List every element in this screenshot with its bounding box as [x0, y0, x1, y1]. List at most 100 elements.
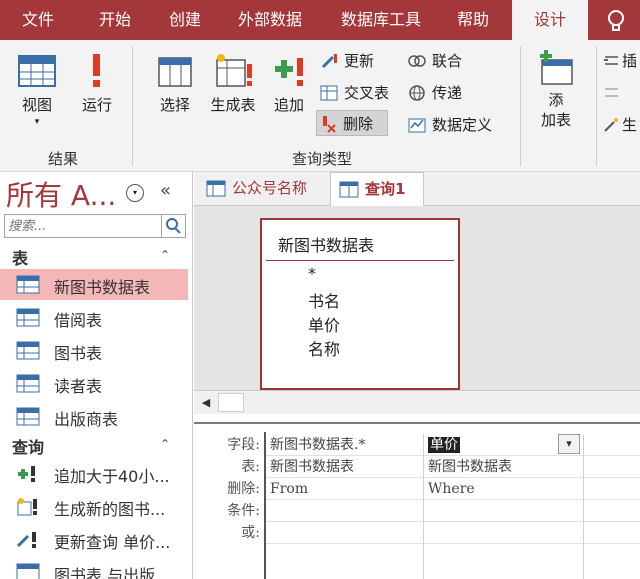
field-list-item[interactable]: 名称: [308, 336, 340, 360]
query-icon: [339, 181, 359, 198]
grid-cell-criteria[interactable]: [424, 500, 584, 522]
grid-cell[interactable]: [424, 544, 584, 579]
nav-section-queries[interactable]: 查询 ⌃: [0, 433, 192, 457]
collapse-nav-icon[interactable]: «: [160, 180, 171, 201]
grid-cell-or[interactable]: [424, 522, 584, 544]
grid-cell-or[interactable]: [584, 522, 640, 544]
table-icon: [16, 275, 40, 294]
nav-search: [4, 214, 186, 238]
grid-cell-table[interactable]: 新图书数据表: [266, 456, 424, 478]
nav-menu-icon[interactable]: ▾: [126, 184, 144, 202]
nav-section-label: 表: [12, 249, 29, 268]
grid-cell-field[interactable]: [584, 434, 640, 456]
lightbulb-icon[interactable]: [600, 8, 632, 34]
ribbon-separator: [132, 46, 133, 166]
passthrough-button[interactable]: 传递: [406, 80, 462, 106]
add-table-label: 添加表: [540, 91, 571, 129]
update-button[interactable]: 更新: [318, 48, 374, 74]
horizontal-scrollbar[interactable]: ◀: [194, 390, 640, 414]
field-list-item[interactable]: 书名: [308, 288, 340, 312]
builder-wand-icon: [604, 118, 618, 132]
grid-cell-criteria[interactable]: [584, 500, 640, 522]
grid-cell-table[interactable]: 新图书数据表: [424, 456, 584, 478]
nav-item-query[interactable]: 更新查询 单价...: [0, 524, 188, 555]
search-icon[interactable]: [161, 215, 185, 237]
nav-item-table[interactable]: 图书表: [0, 335, 188, 366]
add-table-button[interactable]: 添加表: [528, 50, 584, 130]
nav-item-label: 追加大于40小...: [54, 467, 170, 486]
tab-help[interactable]: 帮助: [444, 0, 502, 40]
view-dropdown-icon: ▾: [34, 117, 40, 127]
ribbon-separator: [596, 46, 597, 166]
grid-cell[interactable]: [266, 544, 424, 579]
grid-cell-delete[interactable]: [584, 478, 640, 500]
nav-item-query[interactable]: 追加大于40小...: [0, 458, 188, 489]
scroll-left-icon[interactable]: ◀: [196, 394, 216, 412]
nav-pane-title[interactable]: 所有 A...: [6, 174, 116, 214]
table-icon: [16, 374, 40, 393]
tab-external-data[interactable]: 外部数据: [222, 0, 318, 40]
data-definition-button[interactable]: 数据定义: [406, 112, 492, 138]
nav-item-table[interactable]: 出版商表: [0, 401, 188, 432]
insert-rows-button[interactable]: 插: [600, 48, 637, 74]
nav-item-table[interactable]: 读者表: [0, 368, 188, 399]
update-label: 更新: [344, 52, 375, 70]
ribbon-tab-bar: 文件 开始 创建 外部数据 数据库工具 帮助 设计: [0, 0, 640, 40]
grid-cell-or[interactable]: [266, 522, 424, 544]
datasheet-view-icon: [18, 55, 56, 87]
add-table-icon: [540, 50, 573, 85]
tab-database-tools[interactable]: 数据库工具: [324, 0, 438, 40]
delete-query-icon: [323, 116, 336, 133]
nav-item-label: 图书表: [54, 344, 103, 363]
grid-cell-field[interactable]: 新图书数据表.*: [266, 434, 424, 456]
make-table-query-icon: [17, 498, 37, 516]
tab-file[interactable]: 文件: [0, 0, 76, 40]
view-button[interactable]: 视图 ▾: [12, 52, 62, 127]
grid-cell-criteria[interactable]: [266, 500, 424, 522]
delete-query-button[interactable]: 删除: [316, 110, 388, 136]
nav-item-query[interactable]: 图书表 与出版...: [0, 557, 188, 579]
select-query-button[interactable]: 选择: [148, 52, 202, 115]
document-tab-bar: 公众号名称 查询1: [194, 172, 640, 206]
builder-button[interactable]: 生: [600, 112, 637, 138]
append-label: 追加: [273, 96, 304, 114]
make-table-button[interactable]: 生成表: [204, 52, 262, 115]
field-list-item[interactable]: 单价: [308, 312, 340, 336]
crosstab-icon: [320, 85, 338, 101]
crosstab-label: 交叉表: [344, 84, 390, 102]
query-design-grid: 字段: 表: 删除: 条件: 或: 新图书数据表.* 新图书数据表 From 单…: [194, 424, 640, 579]
selected-field-text: 单价: [428, 437, 460, 453]
append-button[interactable]: 追加: [266, 52, 312, 115]
tab-create[interactable]: 创建: [152, 0, 218, 40]
pencil-icon: [321, 54, 337, 69]
select-query-icon: [16, 563, 40, 579]
crosstab-button[interactable]: 交叉表: [318, 80, 389, 106]
nav-section-tables[interactable]: 表 ⌃: [0, 244, 192, 268]
field-list-box[interactable]: 新图书数据表 * 书名 单价 名称: [260, 218, 460, 390]
tab-home[interactable]: 开始: [80, 0, 150, 40]
table-icon: [206, 180, 226, 197]
nav-item-label: 借阅表: [54, 311, 103, 330]
nav-item-table[interactable]: 新图书数据表: [0, 269, 188, 300]
nav-item-table[interactable]: 借阅表: [0, 302, 188, 333]
view-label: 视图: [21, 96, 52, 114]
tab-design[interactable]: 设计: [512, 0, 588, 40]
union-button[interactable]: 联合: [406, 48, 462, 74]
row-label-criteria: 条件:: [227, 503, 260, 519]
globe-icon: [409, 85, 425, 101]
doc-tab-query[interactable]: 查询1: [330, 172, 424, 206]
nav-item-query[interactable]: 生成新的图书...: [0, 491, 188, 522]
doc-tab-label: 公众号名称: [232, 179, 308, 197]
chevron-up-icon: ⌃: [160, 437, 171, 451]
grid-cell-delete[interactable]: From: [266, 478, 424, 500]
field-list-item[interactable]: *: [308, 264, 316, 283]
search-input[interactable]: [5, 215, 161, 237]
pane-splitter[interactable]: [194, 414, 640, 424]
scrollbar-thumb[interactable]: [218, 393, 244, 412]
grid-cell-table[interactable]: [584, 456, 640, 478]
delete-rows-button[interactable]: [600, 80, 622, 106]
field-dropdown-icon[interactable]: ▾: [558, 434, 580, 454]
doc-tab-table[interactable]: 公众号名称: [198, 172, 326, 206]
grid-cell-delete[interactable]: Where: [424, 478, 584, 500]
run-button[interactable]: 运行: [72, 52, 122, 115]
